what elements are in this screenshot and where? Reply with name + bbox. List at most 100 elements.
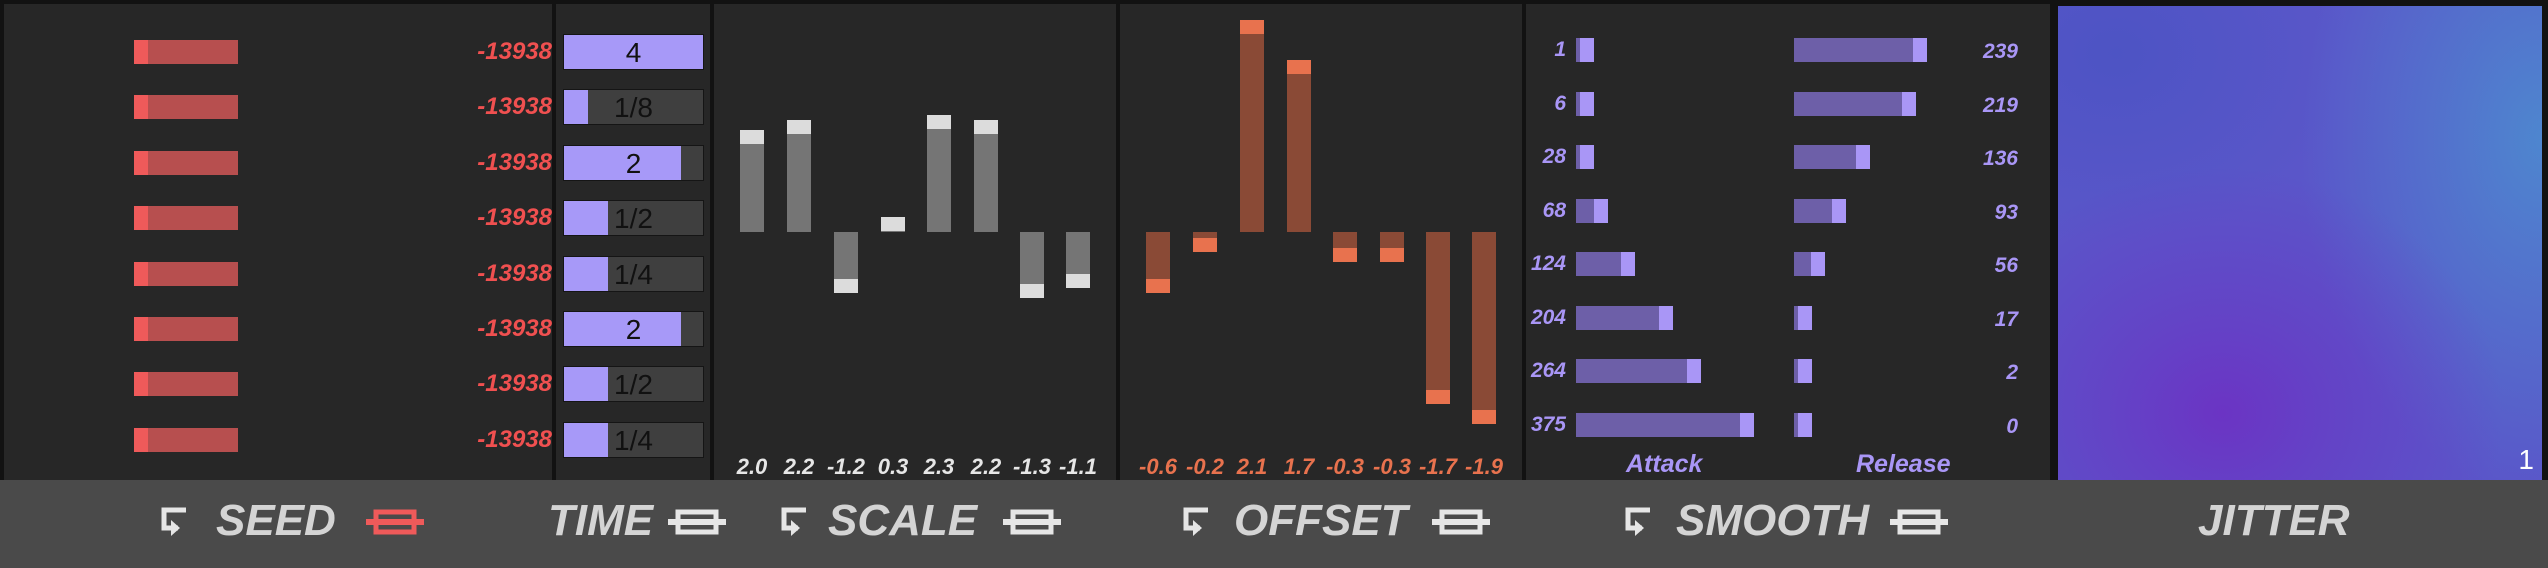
scale-label: SCALE (828, 496, 978, 545)
seed-panel: -13938 -13938 -13938 -13938 -13938 -13938 -139… (4, 4, 552, 480)
time-division-box[interactable]: 4 (563, 34, 704, 70)
time-division-label: 1/2 (614, 369, 653, 401)
seed-slider[interactable] (134, 206, 238, 231)
time-division-box[interactable]: 1/4 (563, 255, 704, 292)
release-slider[interactable] (1794, 305, 1812, 330)
scale-value: -1.2 (827, 454, 865, 479)
offset-value: -0.6 (1139, 454, 1177, 479)
smooth-label: SMOOTH (1676, 496, 1870, 545)
release-value: 136 (1982, 147, 2018, 170)
offset-value: 1.7 (1283, 454, 1315, 479)
seed-value: -13938 (477, 370, 552, 398)
scale-loop-icon[interactable] (776, 502, 816, 547)
attack-value: 375 (1530, 412, 1566, 436)
release-slider[interactable] (1794, 412, 1812, 437)
seed-loop-icon[interactable] (156, 502, 196, 547)
offset-panel: -0.6 -0.2 2.1 1.7 -0.3 -0.3 -1.7 -1.9 (1120, 4, 1522, 480)
release-slider[interactable] (1794, 359, 1812, 383)
jitter-corner-value: 1 (2518, 444, 2534, 475)
scale-bar[interactable] (834, 232, 858, 294)
seed-slider[interactable] (134, 317, 238, 341)
time-division-box[interactable]: 2 (563, 311, 704, 347)
smooth-loop-icon[interactable] (1620, 502, 1660, 547)
seed-value: -13938 (477, 38, 552, 65)
attack-slider[interactable] (1576, 359, 1702, 383)
seed-slider[interactable] (134, 261, 238, 286)
seed-slider[interactable] (134, 40, 238, 64)
seed-slider[interactable] (134, 95, 238, 120)
release-slider-handle (1811, 252, 1826, 276)
release-slider[interactable] (1794, 145, 1870, 169)
time-link-icon[interactable] (668, 502, 726, 547)
offset-bar[interactable] (1193, 232, 1217, 253)
attack-slider-handle (1740, 412, 1755, 437)
smooth-link-icon[interactable] (1890, 502, 1948, 547)
offset-bar-handle (1472, 409, 1496, 424)
scale-bar[interactable] (740, 130, 764, 232)
seed-slider[interactable] (134, 372, 238, 397)
attack-slider[interactable] (1576, 145, 1594, 169)
time-division-label: 1/2 (614, 203, 653, 235)
scale-value: 2.0 (736, 454, 768, 479)
seed-link-icon[interactable] (366, 502, 424, 547)
smooth-panel: 1 239 6 219 28 136 68 93 124 56 204 17 264 2 375 0 Atta… (1526, 4, 2050, 480)
attack-slider[interactable] (1576, 91, 1594, 116)
attack-value: 28 (1542, 145, 1566, 168)
scale-bar[interactable] (787, 119, 811, 232)
offset-bar-handle (1146, 278, 1170, 293)
attack-slider[interactable] (1576, 305, 1673, 330)
release-value: 2 (2006, 361, 2018, 384)
time-division-label: 2 (625, 314, 642, 345)
scale-bar[interactable] (927, 114, 951, 232)
scale-bar[interactable] (1066, 232, 1090, 289)
scale-value: 2.2 (783, 454, 815, 479)
offset-bar[interactable] (1287, 60, 1311, 232)
offset-value: -1.7 (1419, 454, 1457, 479)
offset-bar[interactable] (1426, 232, 1450, 404)
attack-slider[interactable] (1576, 412, 1755, 437)
attack-slider[interactable] (1576, 38, 1594, 62)
offset-value: -0.3 (1326, 454, 1364, 479)
attack-value: 6 (1554, 91, 1566, 115)
time-division-box[interactable]: 1/2 (563, 200, 704, 237)
attack-slider-handle (1620, 252, 1635, 276)
offset-bar-handle (1193, 238, 1217, 253)
offset-loop-icon[interactable] (1178, 502, 1218, 547)
time-division-box[interactable]: 1/4 (563, 421, 704, 458)
offset-bar[interactable] (1146, 232, 1170, 293)
seed-label: SEED (216, 496, 336, 545)
time-division-box[interactable]: 2 (563, 144, 704, 181)
time-division-box[interactable]: 1/2 (563, 366, 704, 403)
seed-slider[interactable] (134, 427, 238, 452)
time-division-label: 2 (625, 147, 642, 179)
scale-bar-handle (881, 216, 905, 231)
offset-bar[interactable] (1240, 19, 1264, 232)
offset-bar[interactable] (1380, 232, 1404, 263)
offset-link-icon[interactable] (1432, 502, 1490, 547)
release-slider[interactable] (1794, 38, 1928, 62)
attack-slider-handle (1580, 38, 1594, 62)
release-label: Release (1856, 450, 1951, 478)
jitter-panel[interactable]: 1 (2058, 6, 2542, 480)
seed-slider[interactable] (134, 150, 238, 175)
scale-bar-handle (927, 114, 951, 129)
release-slider-handle (1913, 38, 1928, 62)
scale-bar[interactable] (974, 119, 998, 232)
release-slider[interactable] (1794, 252, 1826, 276)
release-slider[interactable] (1794, 198, 1846, 223)
offset-value: -0.2 (1186, 454, 1224, 479)
scale-bar[interactable] (1020, 232, 1044, 299)
scale-bar-handle (974, 119, 998, 134)
offset-bar[interactable] (1472, 232, 1496, 424)
attack-slider[interactable] (1576, 252, 1635, 276)
scale-link-icon[interactable] (1003, 502, 1061, 547)
time-division-box[interactable]: 1/8 (563, 89, 704, 126)
offset-bar-handle (1240, 19, 1264, 34)
release-slider[interactable] (1794, 91, 1917, 116)
attack-slider[interactable] (1576, 198, 1609, 223)
attack-slider-handle (1580, 145, 1594, 169)
attack-value: 68 (1542, 198, 1566, 222)
release-value: 56 (1994, 254, 2018, 277)
offset-bar[interactable] (1333, 232, 1357, 263)
scale-bar[interactable] (881, 216, 905, 232)
